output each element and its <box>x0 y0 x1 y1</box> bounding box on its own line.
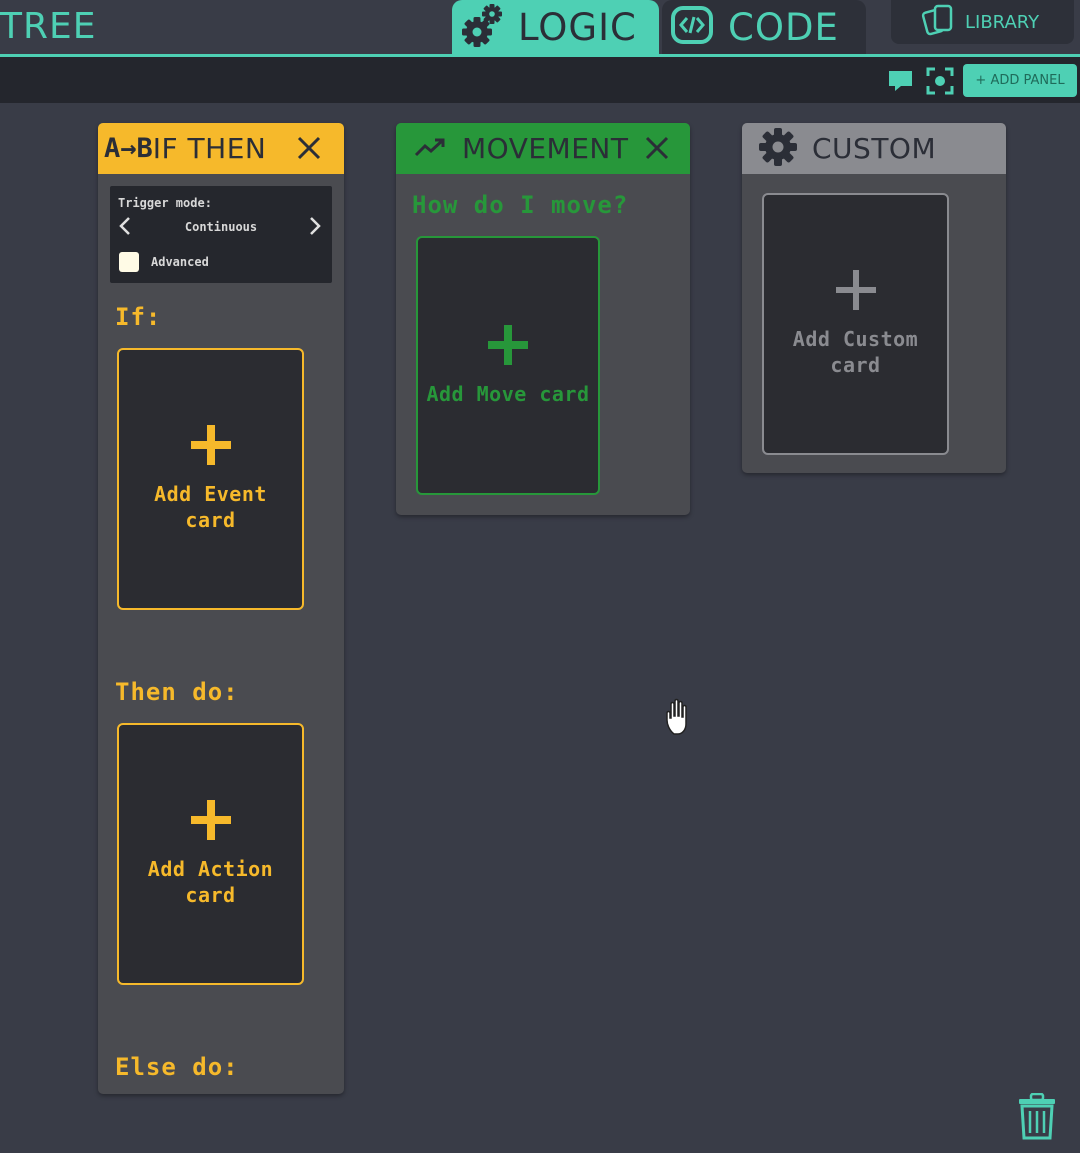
add-event-card-line2: card <box>185 508 236 532</box>
toolbar <box>0 57 1080 103</box>
if-section-label: If: <box>115 303 162 331</box>
chevron-right-icon[interactable] <box>308 216 322 236</box>
add-move-card-label: Add Move card <box>426 381 590 406</box>
trend-up-icon <box>414 136 446 162</box>
advanced-label: Advanced <box>151 255 209 269</box>
cards-icon <box>921 3 957 41</box>
then-section-label: Then do: <box>115 678 239 706</box>
add-move-card[interactable]: Add Move card <box>416 236 600 495</box>
focus-target-icon[interactable] <box>926 67 954 95</box>
add-action-card-line2: card <box>185 883 236 907</box>
movement-panel: MOVEMENT How do I move? Add Move card <box>396 123 690 515</box>
code-icon <box>670 5 714 49</box>
custom-panel: CUSTOM Add Custom card <box>742 123 1006 473</box>
tab-code[interactable]: CODE <box>662 0 866 54</box>
add-event-card-line1: Add Event <box>154 482 267 506</box>
add-event-card[interactable]: Add Event card <box>117 348 304 610</box>
movement-question: How do I move? <box>412 191 629 219</box>
else-section-label: Else do: <box>115 1053 239 1081</box>
custom-panel-header[interactable]: CUSTOM <box>742 123 1006 174</box>
add-panel-button[interactable]: + ADD PANEL <box>963 64 1077 97</box>
ifthen-panel-header[interactable]: A→B IF THEN <box>98 123 344 174</box>
trigger-mode-value: Continuous <box>184 220 258 234</box>
add-custom-card[interactable]: Add Custom card <box>762 193 949 455</box>
tab-logic-label: LOGIC <box>518 5 637 49</box>
plus-icon <box>190 425 231 465</box>
ifthen-panel: A→B IF THEN Trigger mode: Continuous Adv… <box>98 123 344 1094</box>
gear-icon <box>758 127 798 171</box>
movement-title: MOVEMENT <box>462 132 629 165</box>
add-custom-card-line2: card <box>830 353 881 377</box>
library-label: LIBRARY <box>965 11 1040 33</box>
add-custom-card-line1: Add Custom <box>792 327 919 351</box>
tab-logic[interactable]: LOGIC <box>452 0 659 54</box>
custom-title: CUSTOM <box>812 132 937 165</box>
close-icon[interactable] <box>642 133 672 163</box>
movement-panel-header[interactable]: MOVEMENT <box>396 123 690 174</box>
plus-icon <box>488 324 528 365</box>
app-title: TREE <box>0 6 97 47</box>
library-button[interactable]: LIBRARY <box>891 0 1074 44</box>
trigger-mode-label: Trigger mode: <box>118 196 212 210</box>
tab-code-label: CODE <box>728 5 839 49</box>
close-icon[interactable] <box>294 133 324 163</box>
trigger-mode-box: Trigger mode: Continuous Advanced <box>110 186 332 283</box>
gears-icon <box>462 2 504 52</box>
trash-icon[interactable] <box>1017 1092 1057 1145</box>
add-action-card-line1: Add Action <box>147 857 274 881</box>
ifthen-icon: A→B <box>104 133 153 164</box>
plus-icon <box>190 800 231 840</box>
hand-cursor-icon <box>664 698 702 742</box>
plus-icon <box>835 270 876 310</box>
chat-bubble-icon[interactable] <box>887 69 914 93</box>
ifthen-title: IF THEN <box>152 132 267 165</box>
advanced-checkbox[interactable] <box>119 252 139 272</box>
add-action-card[interactable]: Add Action card <box>117 723 304 985</box>
